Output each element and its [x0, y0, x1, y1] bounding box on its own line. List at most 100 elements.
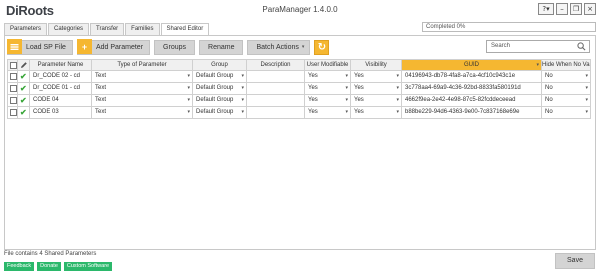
cell-hide[interactable]: No ▾ [542, 83, 591, 95]
cell-modifiable[interactable]: Yes ▾ [305, 107, 351, 119]
feedback-button[interactable]: Feedback [4, 262, 35, 271]
cell-name[interactable]: Dr_CODE 02 - cd [30, 71, 92, 83]
sort-desc-icon: ▾ [536, 62, 539, 68]
cell-type[interactable]: Text ▾ [92, 83, 193, 95]
refresh-icon[interactable]: ↻ [314, 39, 330, 55]
cell-guid[interactable]: b88be229-94d6-4363-9e00-7c837168e69e [402, 107, 542, 119]
chevron-down-icon: ▾ [396, 97, 399, 103]
chevron-down-icon: ▾ [585, 85, 588, 91]
row-checkbox[interactable] [7, 83, 18, 95]
cell-visibility[interactable]: Yes ▾ [351, 83, 402, 95]
groups-button[interactable]: Groups [154, 39, 196, 55]
add-parameter-button[interactable]: + Add Parameter [76, 39, 151, 55]
header-type[interactable]: Type of Parameter [92, 59, 193, 71]
cell-visibility[interactable]: Yes ▾ [351, 95, 402, 107]
cell-modifiable[interactable]: Yes ▾ [305, 71, 351, 83]
table-row[interactable]: ✔ CODE 04 Text ▾ Default Group ▾ Yes ▾ Yes ▾ 4662f… [7, 95, 591, 107]
tab-categories[interactable]: Categories [48, 23, 90, 35]
valid-check-icon: ✔ [18, 83, 30, 95]
row-checkbox[interactable] [7, 95, 18, 107]
cell-hide[interactable]: No ▾ [542, 95, 591, 107]
groups-label: Groups [163, 43, 187, 51]
header-guid[interactable]: GUID ▾ [402, 59, 542, 71]
cell-modifiable[interactable]: Yes ▾ [305, 83, 351, 95]
chevron-down-icon: ▾ [345, 97, 348, 103]
select-all-checkbox[interactable] [7, 59, 18, 71]
chevron-down-icon: ▾ [187, 73, 190, 79]
valid-check-icon: ✔ [18, 107, 30, 119]
title-bar: DiRoots ParaManager 1.4.0.0 ?▾ – ❐ × [0, 0, 600, 20]
cell-description[interactable] [247, 71, 305, 83]
tab-parameters[interactable]: Parameters [4, 23, 48, 35]
cell-type[interactable]: Text ▾ [92, 107, 193, 119]
table-row[interactable]: ✔ CODE 03 Text ▾ Default Group ▾ Yes ▾ Yes ▾ b88be… [7, 107, 591, 119]
tab-transfer[interactable]: Transfer [90, 23, 125, 35]
load-sp-file-label: Load SP File [26, 43, 66, 51]
progress-bar: Completed 0% [422, 22, 596, 32]
edit-column-header [18, 59, 30, 71]
donate-button[interactable]: Donate [37, 262, 61, 271]
cell-guid[interactable]: 04196943-db78-4fa8-a7ca-4cf10c943c1e [402, 71, 542, 83]
valid-check-icon: ✔ [18, 71, 30, 83]
pencil-icon [21, 62, 27, 68]
table-row[interactable]: ✔ Dr_CODE 02 - cd Text ▾ Default Group ▾ Yes ▾ Y… [7, 71, 591, 83]
minimize-button[interactable]: – [556, 3, 568, 15]
chevron-down-icon: ▾ [396, 109, 399, 115]
header-visibility[interactable]: Visibility [351, 59, 402, 71]
restore-button[interactable]: ❐ [570, 3, 582, 15]
cell-name[interactable]: CODE 03 [30, 107, 92, 119]
cell-guid[interactable]: 3c778aa4-69a9-4c36-92bd-8833fa580191d [402, 83, 542, 95]
chevron-down-icon: ▾ [585, 109, 588, 115]
cell-visibility[interactable]: Yes ▾ [351, 71, 402, 83]
cell-modifiable[interactable]: Yes ▾ [305, 95, 351, 107]
cell-description[interactable] [247, 83, 305, 95]
add-parameter-label: Add Parameter [95, 43, 144, 51]
header-hide-when-no-value[interactable]: Hide When No Value [542, 59, 591, 71]
close-button[interactable]: × [584, 3, 596, 15]
batch-actions-button[interactable]: Batch Actions ▾ [247, 39, 311, 55]
cell-name[interactable]: CODE 04 [30, 95, 92, 107]
cell-hide[interactable]: No ▾ [542, 71, 591, 83]
chevron-down-icon: ▾ [241, 85, 244, 91]
cell-type[interactable]: Text ▾ [92, 95, 193, 107]
cell-hide[interactable]: No ▾ [542, 107, 591, 119]
cell-group[interactable]: Default Group ▾ [193, 71, 247, 83]
load-file-icon [7, 39, 22, 54]
toolbar: Load SP File + Add Parameter Groups Rena… [7, 39, 330, 55]
tab-families[interactable]: Families [125, 23, 160, 35]
save-button[interactable]: Save [555, 253, 595, 269]
header-group[interactable]: Group [193, 59, 247, 71]
load-sp-file-button[interactable]: Load SP File [7, 39, 73, 55]
cell-group[interactable]: Default Group ▾ [193, 83, 247, 95]
chevron-down-icon: ▾ [187, 97, 190, 103]
cell-group[interactable]: Default Group ▾ [193, 107, 247, 119]
header-user-modifiable[interactable]: User Modifiable [305, 59, 351, 71]
chevron-down-icon: ▾ [187, 85, 190, 91]
chevron-down-icon: ▾ [396, 85, 399, 91]
custom-software-button[interactable]: Custom Software [63, 262, 113, 271]
chevron-down-icon: ▾ [345, 109, 348, 115]
chevron-down-icon: ▾ [241, 97, 244, 103]
cell-type[interactable]: Text ▾ [92, 71, 193, 83]
cell-description[interactable] [247, 107, 305, 119]
help-button[interactable]: ?▾ [538, 3, 554, 15]
rename-label: Rename [208, 43, 235, 51]
row-checkbox[interactable] [7, 107, 18, 119]
cell-name[interactable]: Dr_CODE 01 - cd [30, 83, 92, 95]
cell-description[interactable] [247, 95, 305, 107]
main-tabs: Parameters Categories Transfer Families … [4, 23, 210, 36]
chevron-down-icon: ▾ [396, 73, 399, 79]
row-checkbox[interactable] [7, 71, 18, 83]
header-description[interactable]: Description [247, 59, 305, 71]
cell-group[interactable]: Default Group ▾ [193, 95, 247, 107]
chevron-down-icon: ▾ [301, 44, 305, 50]
cell-visibility[interactable]: Yes ▾ [351, 107, 402, 119]
cell-guid[interactable]: 4662f9ea-2e42-4e98-87c5-82fcddeceead [402, 95, 542, 107]
chevron-down-icon: ▾ [345, 73, 348, 79]
table-row[interactable]: ✔ Dr_CODE 01 - cd Text ▾ Default Group ▾ Yes ▾ Y… [7, 83, 591, 95]
rename-button[interactable]: Rename [199, 39, 244, 55]
chevron-down-icon: ▾ [585, 97, 588, 103]
search-input[interactable]: Search [486, 40, 590, 53]
table-header: Parameter Name Type of Parameter Group D… [7, 59, 591, 71]
header-parameter-name[interactable]: Parameter Name [30, 59, 92, 71]
